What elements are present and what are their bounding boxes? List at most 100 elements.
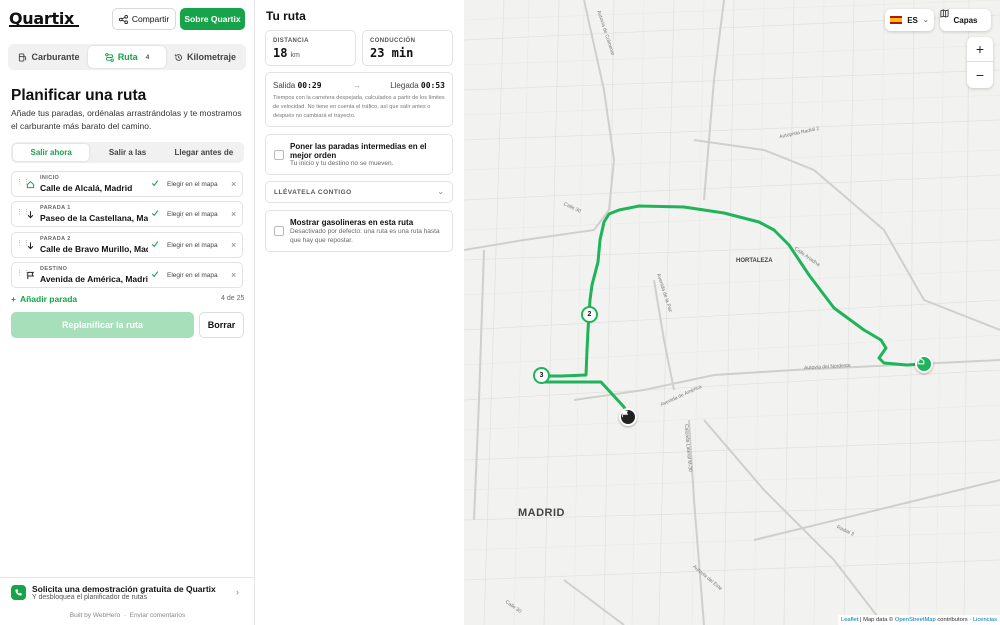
share-button[interactable]: Compartir <box>112 8 176 30</box>
times-note: Tiempos con la carretera despejada, calc… <box>273 95 445 119</box>
drag-handle-icon[interactable]: ⋮⋮ <box>16 240 30 250</box>
osm-link[interactable]: OpenStreetMap <box>895 617 936 623</box>
destination-marker[interactable] <box>619 408 637 426</box>
tab-mileage[interactable]: Kilometraje <box>166 46 244 68</box>
pick-on-map-button[interactable]: Elegir en el mapa <box>167 211 218 218</box>
check-icon <box>151 271 159 278</box>
distance-unit: km <box>290 52 300 59</box>
tab-route[interactable]: Ruta 4 <box>88 46 166 68</box>
remove-stop-icon[interactable]: × <box>231 240 236 250</box>
zoom-in-button[interactable]: + <box>967 37 993 62</box>
stop-name[interactable]: Avenida de América, Madrid <box>40 274 148 284</box>
map[interactable]: Autovía de Colmenar Autopista Radial 2 C… <box>464 0 1000 625</box>
optimize-order-title: Poner las paradas intermedias en el mejo… <box>290 142 427 160</box>
drag-handle-icon[interactable]: ⋮⋮ <box>16 270 30 280</box>
stop-marker-3[interactable]: 3 <box>533 367 550 384</box>
tab-fuel[interactable]: Carburante <box>10 46 88 68</box>
stop-name[interactable]: Calle de Bravo Murillo, Madrid <box>40 244 148 254</box>
optimize-order-card[interactable]: Poner las paradas intermedias en el mejo… <box>265 134 453 175</box>
optimize-order-checkbox[interactable] <box>274 150 284 160</box>
pick-on-map-button[interactable]: Elegir en el mapa <box>167 242 218 249</box>
footer: Built by WebHero · Enviar comentarios <box>0 612 255 619</box>
option-arrive-before[interactable]: Llegar antes de <box>166 144 242 161</box>
option-leave-at[interactable]: Salir a las <box>89 144 165 161</box>
stop-marker-2[interactable]: 2 <box>581 306 598 323</box>
zoom-control: + − <box>967 37 993 88</box>
map-attribution: Leaflet | Map data © OpenStreetMap contr… <box>837 615 1000 625</box>
distance-card: DISTANCIA 18 km <box>265 30 356 66</box>
home-icon <box>917 357 925 365</box>
clear-button[interactable]: Borrar <box>199 312 244 338</box>
history-icon <box>174 53 182 61</box>
map-layers-icon <box>940 9 949 18</box>
top-bar: Quartix Compartir Sobre Quartix <box>0 0 255 40</box>
show-stations-card[interactable]: Mostrar gasolineras en esta ruta Desacti… <box>265 210 453 252</box>
chevron-down-icon: ⌄ <box>437 187 444 196</box>
arrival-label: Llegada <box>390 81 419 90</box>
leaflet-link[interactable]: Leaflet <box>841 617 858 623</box>
main-tabs: Carburante Ruta 4 Kilometraje <box>8 44 246 70</box>
driving-time-card: CONDUCCIÓN 23 min <box>362 30 453 66</box>
arrival-time: 00:53 <box>420 81 445 90</box>
fuel-icon <box>19 52 27 62</box>
about-button[interactable]: Sobre Quartix <box>180 8 245 30</box>
replan-button[interactable]: Replanificar la ruta <box>11 312 194 338</box>
departure-mode-selector: Salir ahora Salir a las Llegar antes de <box>11 142 244 163</box>
route-title: Tu ruta <box>266 9 306 23</box>
feedback-link[interactable]: Enviar comentarios <box>130 612 186 619</box>
departure-label: Salida <box>273 81 296 90</box>
stop-row-1[interactable]: ⋮⋮ PARADA 1 Paseo de la Castellana, Madr… <box>11 201 243 227</box>
tab-route-label: Ruta <box>117 52 138 62</box>
route-panel: Tu ruta DISTANCIA 18 km CONDUCCIÓN 23 min… <box>255 0 464 625</box>
arrow-right-icon: → <box>353 81 361 90</box>
optimize-order-subtitle: Tu inicio y tu destino no se mueven. <box>290 160 394 167</box>
layers-button[interactable]: Capas <box>940 9 991 31</box>
zoom-out-button[interactable]: − <box>967 62 993 87</box>
distance-value: 18 km <box>273 46 300 60</box>
pick-on-map-button[interactable]: Elegir en el mapa <box>167 272 218 279</box>
stop-label: PARADA 2 <box>40 236 71 242</box>
share-label: Compartir <box>131 14 170 24</box>
route-icon <box>104 52 114 62</box>
start-marker[interactable] <box>915 355 933 373</box>
demo-banner[interactable]: Solicita una demostración gratuita de Qu… <box>0 577 255 609</box>
show-stations-checkbox[interactable] <box>274 226 284 236</box>
stop-marker-2-label: 2 <box>587 311 592 318</box>
district-label: HORTALEZA <box>736 258 773 264</box>
route-line <box>540 204 924 418</box>
times-card: Salida 00:29 → Llegada 00:53 Tiempos con… <box>265 72 453 127</box>
distance-label: DISTANCIA <box>273 38 309 44</box>
option-leave-now[interactable]: Salir ahora <box>13 144 90 161</box>
stop-name[interactable]: Paseo de la Castellana, Madrid <box>40 213 148 223</box>
stop-row-start[interactable]: ⋮⋮ INICIO Calle de Alcalá, Madrid Elegir… <box>11 171 243 197</box>
language-label: ES <box>907 15 918 25</box>
arrow-down-icon <box>25 240 36 251</box>
stop-row-2[interactable]: ⋮⋮ PARADA 2 Calle de Bravo Murillo, Madr… <box>11 232 243 258</box>
flag-icon <box>25 270 36 281</box>
stop-row-destination[interactable]: ⋮⋮ DESTINO Avenida de América, Madrid El… <box>11 262 243 288</box>
check-icon <box>151 210 159 217</box>
map-canvas[interactable] <box>464 0 1000 625</box>
drag-handle-icon[interactable]: ⋮⋮ <box>16 209 30 219</box>
home-icon <box>25 179 36 190</box>
planner-panel: Quartix Compartir Sobre Quartix Carburan… <box>0 0 255 625</box>
drag-handle-icon[interactable]: ⋮⋮ <box>16 179 30 189</box>
language-selector[interactable]: ES ⌄ <box>885 9 934 31</box>
stop-name[interactable]: Calle de Alcalá, Madrid <box>40 183 148 193</box>
footer-separator: · <box>122 612 128 619</box>
planner-title: Planificar una ruta <box>11 87 147 104</box>
spain-flag-icon <box>890 16 903 24</box>
driving-label: CONDUCCIÓN <box>370 38 416 44</box>
tab-mileage-label: Kilometraje <box>186 52 237 62</box>
license-link[interactable]: Licencias <box>973 617 997 623</box>
add-stop-button[interactable]: + Añadir parada <box>11 294 77 304</box>
remove-stop-icon[interactable]: × <box>231 209 236 219</box>
remove-stop-icon[interactable]: × <box>231 270 236 280</box>
pick-on-map-button[interactable]: Elegir en el mapa <box>167 181 218 188</box>
stop-count: 4 de 25 <box>221 295 245 302</box>
take-along-section[interactable]: LLÉVATELA CONTIGO ⌄ <box>265 181 453 203</box>
remove-stop-icon[interactable]: × <box>231 179 236 189</box>
flag-icon <box>622 410 629 418</box>
built-by-link[interactable]: Built by WebHero <box>70 612 120 619</box>
check-icon <box>151 180 159 187</box>
